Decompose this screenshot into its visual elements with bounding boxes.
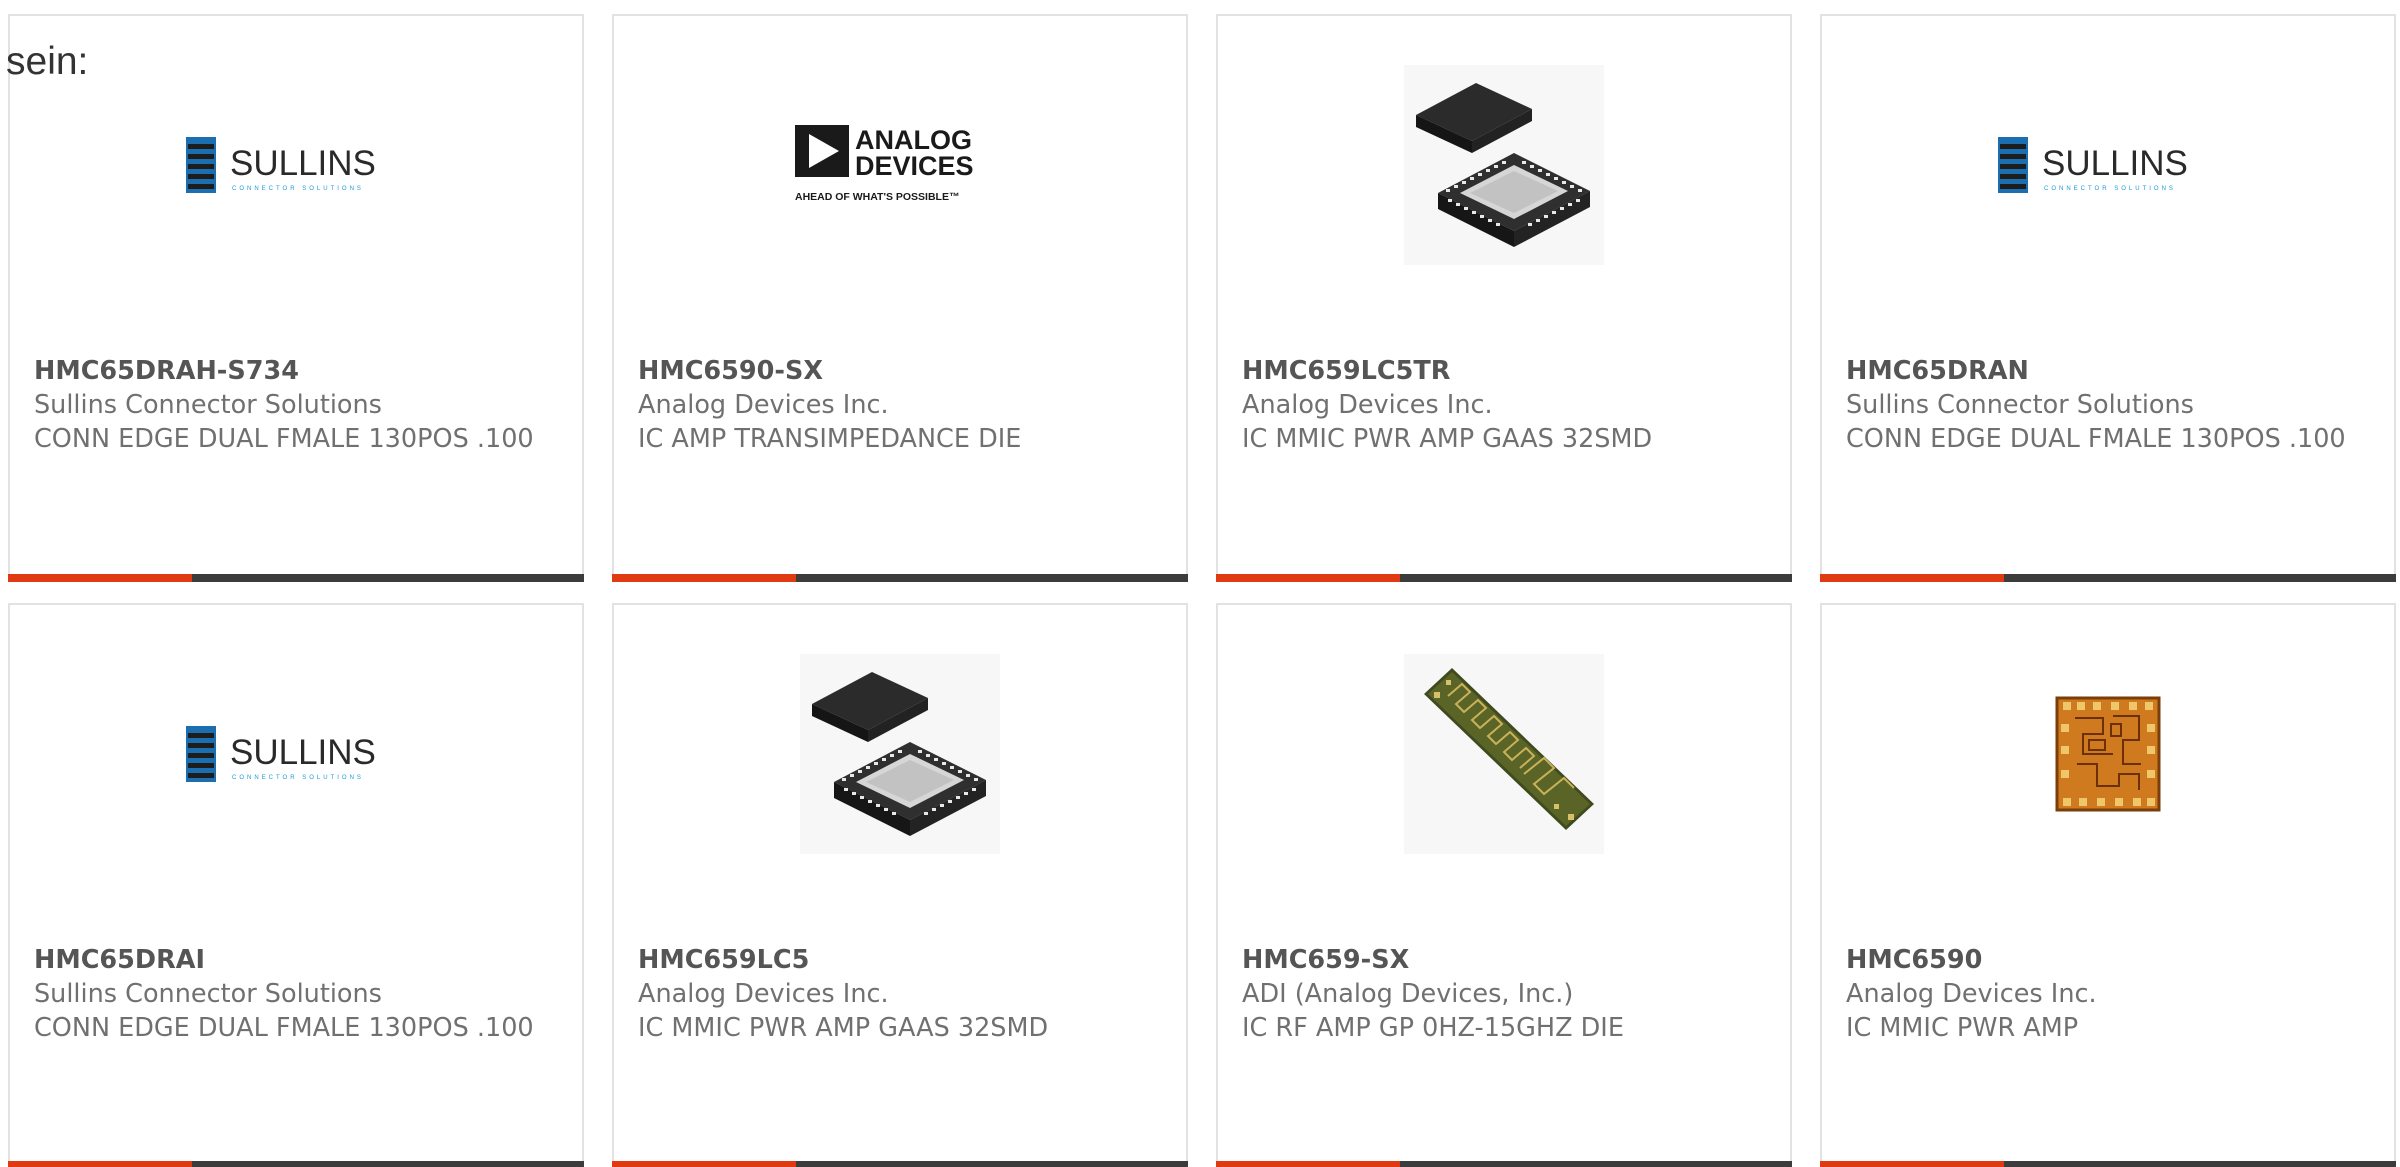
- product-image[interactable]: SULLINS CONNECTOR SOLUTIONS: [10, 649, 582, 859]
- product-grid: SULLINS CONNECTOR SOLUTIONS HMC65DRAH-S7…: [8, 14, 2400, 1167]
- part-number[interactable]: HMC65DRAI: [34, 943, 562, 977]
- qfn-package-icon: [800, 654, 1000, 854]
- manufacturer: ADI (Analog Devices, Inc.): [1242, 979, 1574, 1009]
- product-info: HMC6590-SX Analog Devices Inc. IC AMP TR…: [638, 354, 1166, 456]
- card-bottom-bar: [8, 1161, 584, 1167]
- card-bottom-bar: [8, 574, 584, 582]
- description: CONN EDGE DUAL FMALE 130POS .100: [34, 1013, 534, 1043]
- part-number[interactable]: HMC6590-SX: [638, 354, 1166, 388]
- card-bottom-bar: [612, 1161, 1188, 1167]
- svg-text:CONNECTOR SOLUTIONS: CONNECTOR SOLUTIONS: [232, 775, 364, 781]
- description: IC MMIC PWR AMP GAAS 32SMD: [1242, 424, 1653, 454]
- product-image[interactable]: SULLINS CONNECTOR SOLUTIONS: [1822, 60, 2394, 270]
- manufacturer: Sullins Connector Solutions: [34, 390, 382, 420]
- product-info: HMC65DRAN Sullins Connector Solutions CO…: [1846, 354, 2374, 456]
- svg-text:SULLINS: SULLINS: [230, 144, 376, 183]
- product-info: HMC659-SX ADI (Analog Devices, Inc.) IC …: [1242, 943, 1770, 1045]
- manufacturer: Analog Devices Inc.: [638, 390, 889, 420]
- product-info: HMC6590 Analog Devices Inc. IC MMIC PWR …: [1846, 943, 2374, 1045]
- card-bottom-bar: [1820, 574, 2396, 582]
- product-card-hmc65drah-s734[interactable]: SULLINS CONNECTOR SOLUTIONS HMC65DRAH-S7…: [8, 14, 584, 582]
- svg-text:SULLINS: SULLINS: [2042, 144, 2188, 183]
- card-bottom-bar: [1820, 1161, 2396, 1167]
- product-card-hmc659lc5[interactable]: HMC659LC5 Analog Devices Inc. IC MMIC PW…: [612, 603, 1188, 1167]
- description: CONN EDGE DUAL FMALE 130POS .100: [1846, 424, 2346, 454]
- die-chip-icon: [2055, 696, 2161, 812]
- page: sein: SULLINS CONNECTOR SOLUTIONS HMC65D…: [0, 0, 2400, 1167]
- product-image[interactable]: [1218, 60, 1790, 270]
- svg-text:AHEAD OF WHAT'S POSSIBLE™: AHEAD OF WHAT'S POSSIBLE™: [795, 191, 959, 203]
- part-number[interactable]: HMC65DRAN: [1846, 354, 2374, 388]
- description: IC AMP TRANSIMPEDANCE DIE: [638, 424, 1022, 454]
- part-number[interactable]: HMC659LC5TR: [1242, 354, 1770, 388]
- product-image[interactable]: [1218, 649, 1790, 859]
- product-image[interactable]: SULLINS CONNECTOR SOLUTIONS: [10, 60, 582, 270]
- die-strip-icon: [1404, 654, 1604, 854]
- product-card-hmc65drai[interactable]: SULLINS CONNECTOR SOLUTIONS HMC65DRAI Su…: [8, 603, 584, 1167]
- product-card-hmc659lc5tr[interactable]: HMC659LC5TR Analog Devices Inc. IC MMIC …: [1216, 14, 1792, 582]
- part-number[interactable]: HMC65DRAH-S734: [34, 354, 562, 388]
- product-info: HMC659LC5 Analog Devices Inc. IC MMIC PW…: [638, 943, 1166, 1045]
- svg-text:CONNECTOR SOLUTIONS: CONNECTOR SOLUTIONS: [2044, 186, 2176, 192]
- sullins-logo-icon: SULLINS CONNECTOR SOLUTIONS: [1998, 137, 2188, 193]
- intro-text: sein:: [6, 40, 89, 83]
- description: IC RF AMP GP 0HZ-15GHZ DIE: [1242, 1013, 1624, 1043]
- svg-text:DEVICES: DEVICES: [855, 151, 974, 181]
- manufacturer: Sullins Connector Solutions: [1846, 390, 2194, 420]
- manufacturer: Analog Devices Inc.: [1242, 390, 1493, 420]
- product-image[interactable]: [614, 649, 1186, 859]
- product-info: HMC65DRAH-S734 Sullins Connector Solutio…: [34, 354, 562, 456]
- product-image[interactable]: [1822, 649, 2394, 859]
- product-image[interactable]: ANALOG DEVICES AHEAD OF WHAT'S POSSIBLE™: [614, 60, 1186, 270]
- sullins-logo-icon: SULLINS CONNECTOR SOLUTIONS: [186, 726, 376, 782]
- card-bottom-bar: [612, 574, 1188, 582]
- svg-text:CONNECTOR SOLUTIONS: CONNECTOR SOLUTIONS: [232, 186, 364, 192]
- description: IC MMIC PWR AMP: [1846, 1013, 2079, 1043]
- product-info: HMC659LC5TR Analog Devices Inc. IC MMIC …: [1242, 354, 1770, 456]
- product-info: HMC65DRAI Sullins Connector Solutions CO…: [34, 943, 562, 1045]
- description: CONN EDGE DUAL FMALE 130POS .100: [34, 424, 534, 454]
- part-number[interactable]: HMC6590: [1846, 943, 2374, 977]
- qfn-package-icon: [1404, 65, 1604, 265]
- product-card-hmc6590[interactable]: HMC6590 Analog Devices Inc. IC MMIC PWR …: [1820, 603, 2396, 1167]
- part-number[interactable]: HMC659LC5: [638, 943, 1166, 977]
- svg-text:SULLINS: SULLINS: [230, 733, 376, 772]
- product-card-hmc6590-sx[interactable]: ANALOG DEVICES AHEAD OF WHAT'S POSSIBLE™…: [612, 14, 1188, 582]
- card-bottom-bar: [1216, 1161, 1792, 1167]
- card-bottom-bar: [1216, 574, 1792, 582]
- manufacturer: Analog Devices Inc.: [638, 979, 889, 1009]
- description: IC MMIC PWR AMP GAAS 32SMD: [638, 1013, 1049, 1043]
- manufacturer: Sullins Connector Solutions: [34, 979, 382, 1009]
- manufacturer: Analog Devices Inc.: [1846, 979, 2097, 1009]
- product-card-hmc65dran[interactable]: SULLINS CONNECTOR SOLUTIONS HMC65DRAN Su…: [1820, 14, 2396, 582]
- part-number[interactable]: HMC659-SX: [1242, 943, 1770, 977]
- sullins-logo-icon: SULLINS CONNECTOR SOLUTIONS: [186, 137, 376, 193]
- product-card-hmc659-sx[interactable]: HMC659-SX ADI (Analog Devices, Inc.) IC …: [1216, 603, 1792, 1167]
- analog-devices-logo-icon: ANALOG DEVICES AHEAD OF WHAT'S POSSIBLE™: [795, 125, 974, 203]
